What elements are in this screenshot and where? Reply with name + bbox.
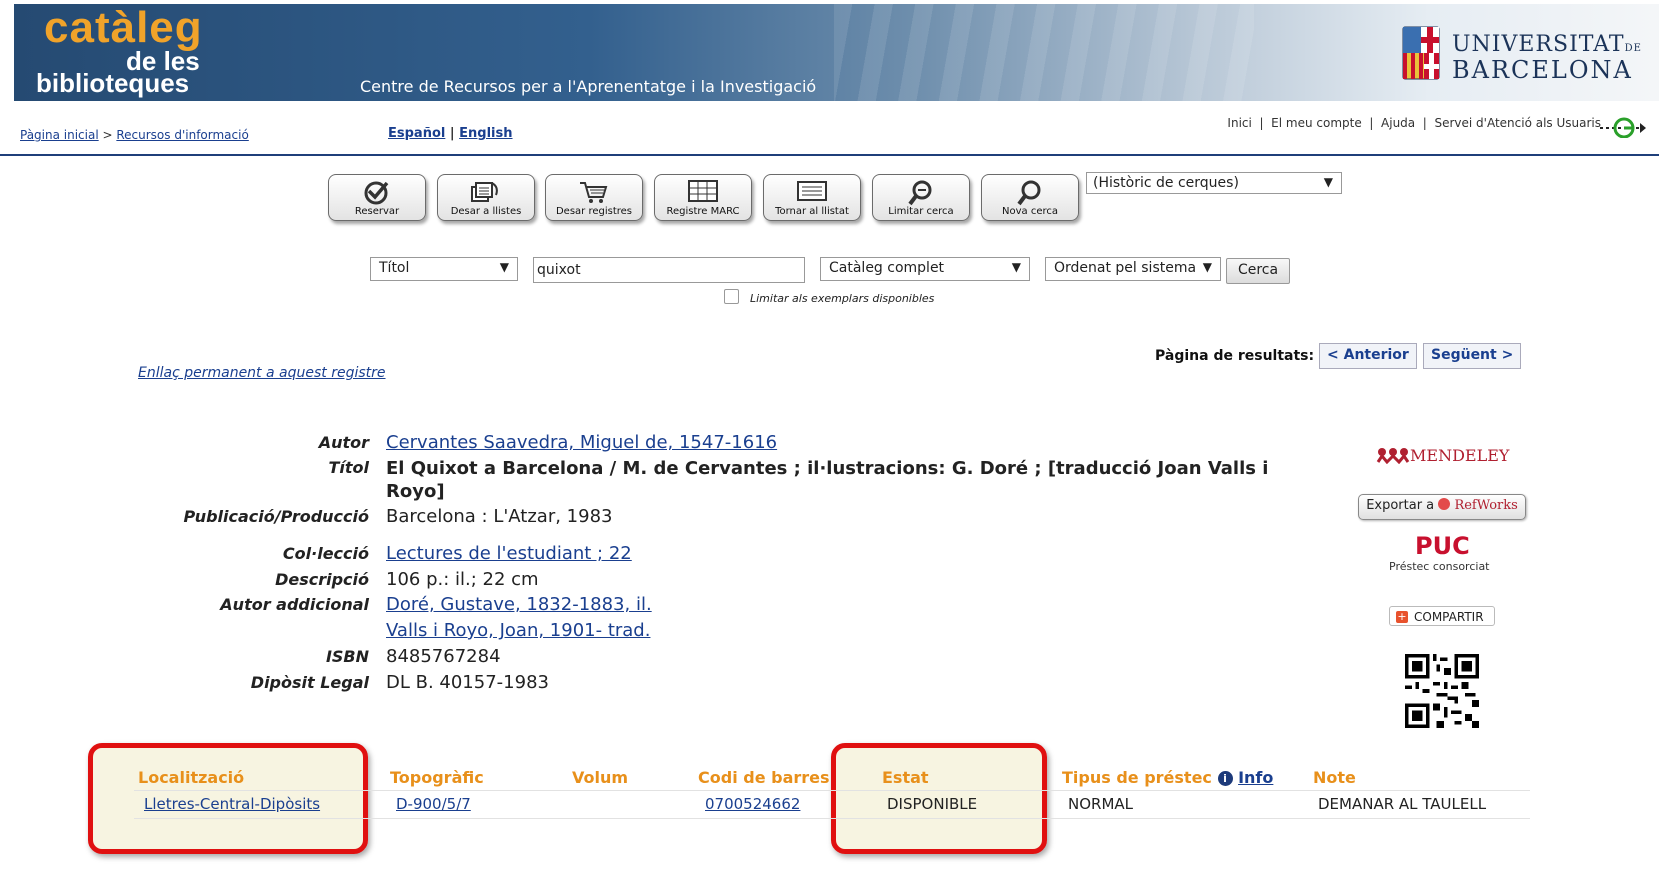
nova-cerca-button[interactable]: Nova cerca: [981, 174, 1079, 221]
marc-grid-icon: [688, 180, 718, 202]
field-label-titol: Títol: [328, 458, 369, 477]
field-descripcio: 106 p.: il.; 22 cm: [386, 569, 539, 590]
field-label-isbn: ISBN: [325, 647, 369, 666]
field-autor-link[interactable]: Cervantes Saavedra, Miguel de, 1547-1616: [386, 432, 777, 453]
cart-icon: [580, 182, 608, 203]
field-colleccio-link[interactable]: Lectures de l'estudiant ; 22: [386, 543, 632, 564]
field-label-autor-addicional: Autor addicional: [220, 595, 369, 614]
field-publicacio: Barcelona : L'Atzar, 1983: [386, 506, 613, 527]
field-diposit-legal: DL B. 40157-1983: [386, 672, 549, 693]
cerca-button[interactable]: Cerca: [1226, 258, 1290, 284]
save-list-icon: [471, 182, 498, 202]
breadcrumb-section-link[interactable]: Recursos d'informació: [116, 128, 248, 142]
col-header-tipus-prestec: Tipus de préstec i Info: [1062, 768, 1274, 787]
top-link-meu-compte[interactable]: El meu compte: [1271, 116, 1362, 130]
catalog-scope-select[interactable]: Catàleg complet ▼: [820, 257, 1030, 281]
list-icon: [797, 181, 827, 201]
cell-estat: DISPONIBLE: [887, 795, 978, 813]
magnifier-icon: [1017, 180, 1041, 206]
lang-es-link[interactable]: Español: [388, 126, 445, 141]
compartir-button[interactable]: + COMPARTIR: [1389, 606, 1495, 626]
breadcrumb-home-link[interactable]: Pàgina inicial: [20, 128, 99, 142]
desar-registres-button[interactable]: Desar registres: [545, 174, 643, 221]
desar-llistes-button[interactable]: Desar a llistes: [437, 174, 535, 221]
field-label-descripcio: Descripció: [275, 570, 369, 589]
col-header-codi-barres: Codi de barres: [698, 768, 830, 787]
keyboard-background: [834, 4, 1254, 101]
header-banner: catàleg de les biblioteques Centre de Re…: [14, 4, 1659, 101]
limit-available-checkbox[interactable]: [724, 289, 739, 304]
top-links: Inici | El meu compte | Ajuda | Servei d…: [1227, 116, 1601, 130]
reserve-check-icon: [364, 181, 389, 205]
cell-note: DEMANAR AL TAULELL: [1318, 795, 1487, 813]
mendeley-button[interactable]: MENDELEY: [1376, 446, 1509, 465]
col-header-topografic: Topogràfic: [390, 768, 484, 787]
search-input[interactable]: quixot: [533, 257, 805, 283]
dropdown-arrow-icon: ▼: [499, 260, 509, 274]
field-label-colleccio: Col·lecció: [282, 544, 369, 563]
pagination-label: Pàgina de resultats:: [1155, 348, 1315, 364]
permalink-link[interactable]: Enllaç permanent a aquest registre: [138, 365, 386, 381]
field-label-diposit-legal: Dipòsit Legal: [250, 673, 369, 692]
top-link-servei-atencio[interactable]: Servei d'Atenció als Usuaris: [1434, 116, 1601, 130]
greensearch-arrow-icon[interactable]: [1600, 116, 1646, 138]
lang-en-link[interactable]: English: [459, 126, 512, 141]
col-header-estat: Estat: [882, 768, 929, 787]
cell-localitzacio-link[interactable]: Lletres-Central-Dipòsits: [144, 795, 320, 813]
dropdown-arrow-icon: ▼: [1011, 260, 1021, 274]
dropdown-arrow-icon: ▼: [1202, 260, 1212, 274]
search-field-select[interactable]: Títol ▼: [370, 257, 518, 281]
field-label-autor: Autor: [318, 433, 369, 452]
language-switcher: Español | English: [388, 126, 513, 141]
cell-tipus-prestec: NORMAL: [1068, 795, 1134, 813]
top-link-inici[interactable]: Inici: [1227, 116, 1251, 130]
refworks-logo-icon: [1438, 498, 1451, 510]
col-header-volum: Volum: [572, 768, 629, 787]
cell-codi-barres-link[interactable]: 0700524662: [705, 795, 800, 813]
export-refworks-button[interactable]: Exportar a RefWorks: [1358, 494, 1526, 520]
magnifier-limit-icon: [908, 180, 932, 206]
puc-logo[interactable]: PUC: [1415, 532, 1470, 560]
dropdown-arrow-icon: ▼: [1323, 175, 1333, 189]
table-header-divider: [134, 790, 1530, 791]
university-name-line2: BARCELONA: [1452, 56, 1633, 84]
col-header-note: Note: [1313, 768, 1356, 787]
field-label-publicacio: Publicació/Producció: [183, 507, 369, 526]
puc-subtitle: Préstec consorciat: [1389, 560, 1490, 573]
limitar-cerca-button[interactable]: Limitar cerca: [872, 174, 970, 221]
limit-available-label: Limitar als exemplars disponibles: [750, 292, 935, 305]
field-titol: El Quixot a Barcelona / M. de Cervantes …: [386, 458, 1269, 502]
ub-shield-icon: [1402, 26, 1440, 80]
field-autor-addicional-link-1[interactable]: Doré, Gustave, 1832-1883, il.: [386, 594, 652, 615]
reservar-button[interactable]: Reservar: [328, 174, 426, 221]
centre-name: Centre de Recursos per a l'Aprenentatge …: [360, 77, 817, 96]
breadcrumb: Pàgina inicial > Recursos d'informació: [20, 128, 249, 142]
col-header-localitzacio: Localització: [138, 768, 245, 787]
cell-topografic-link[interactable]: D-900/5/7: [396, 795, 471, 813]
info-icon[interactable]: i: [1217, 771, 1233, 786]
info-link[interactable]: Info: [1238, 768, 1273, 787]
table-row-divider: [134, 818, 1530, 819]
university-name-line1: UNIVERSITATDE: [1452, 32, 1642, 57]
logo-cataleg[interactable]: catàleg: [44, 6, 203, 50]
mendeley-logo-icon: [1376, 448, 1410, 464]
qr-code-icon: [1405, 654, 1479, 728]
previous-page-button[interactable]: < Anterior: [1319, 343, 1417, 369]
next-page-button[interactable]: Següent >: [1423, 343, 1522, 369]
field-isbn: 8485767284: [386, 646, 501, 667]
registre-marc-button[interactable]: Registre MARC: [654, 174, 752, 221]
search-history-select[interactable]: (Històric de cerques) ▼: [1086, 172, 1342, 194]
sort-select[interactable]: Ordenat pel sistema ▼: [1045, 257, 1221, 281]
top-link-ajuda[interactable]: Ajuda: [1381, 116, 1415, 130]
tornar-llistat-button[interactable]: Tornar al llistat: [763, 174, 861, 221]
share-plus-icon: +: [1396, 610, 1408, 623]
nav-bar: Pàgina inicial > Recursos d'informació E…: [0, 102, 1659, 156]
field-autor-addicional-link-2[interactable]: Valls i Royo, Joan, 1901- trad.: [386, 620, 650, 641]
logo-biblioteques: biblioteques: [36, 68, 190, 98]
